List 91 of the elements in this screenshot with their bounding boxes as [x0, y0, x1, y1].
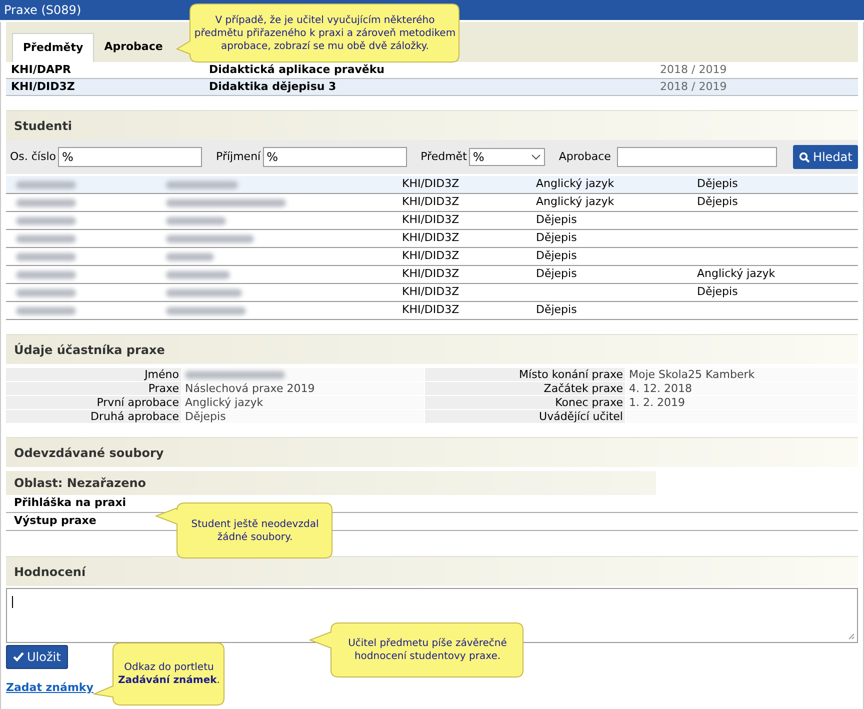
- text-field[interactable]: %: [262, 147, 407, 167]
- subject-select[interactable]: %: [468, 148, 545, 166]
- table-cell-text: KHI/DID3Z: [402, 230, 460, 246]
- student-row[interactable]: KHI/DID3Z Dějepis Anglický jazyk: [6, 266, 858, 284]
- section-title: Studenti: [14, 118, 72, 134]
- blurred-text: [166, 252, 214, 260]
- window-title: Praxe (S089): [4, 2, 82, 19]
- blurred-text: [16, 234, 76, 242]
- table-cell-text: Dějepis: [697, 176, 739, 192]
- student-row[interactable]: KHI/DID3Z Dějepis: [6, 284, 858, 302]
- table-cell-text: KHI/DID3Z: [402, 176, 460, 192]
- field-value: 4. 12. 2018: [626, 382, 858, 395]
- field-label: Začátek praxe: [425, 382, 625, 395]
- field-value: 1. 2. 2019: [626, 396, 858, 409]
- field-label: Druhá aprobace: [6, 410, 181, 423]
- callout-text: Odkaz do portletu Zadávání známek.: [117, 661, 221, 687]
- text-cursor: [12, 596, 13, 608]
- table-cell-text: Didaktika dějepisu 3: [209, 79, 338, 95]
- grades-link[interactable]: Zadat známky: [6, 680, 94, 696]
- file-item: Výstup praxe: [14, 513, 96, 530]
- section-title: Údaje účastníka praxe: [14, 342, 165, 358]
- blurred-text: [16, 198, 76, 206]
- table-cell-text: KHI/DID3Z: [402, 266, 460, 282]
- text-field[interactable]: %: [58, 147, 202, 167]
- callout-text: V případě, že je učitel vyučujícím některého předmětu přiřazeného k praxi a zároveň metodikem aprobace, zobrazí se mu obě dvě záložky.: [194, 14, 456, 52]
- table-cell-text: Anglický jazyk: [536, 194, 616, 210]
- table-cell-text: KHI/DID3Z: [10, 79, 76, 95]
- filter-label: Příjmení: [216, 148, 261, 165]
- callout-text: Učitel předmetu píše závěrečné hodnocení studentovy praxe.: [347, 637, 508, 663]
- field-value: Dějepis: [182, 410, 424, 423]
- student-row[interactable]: KHI/DID3Z Anglický jazyk Dějepis: [6, 194, 858, 212]
- tab[interactable]: Aprobace: [94, 33, 173, 62]
- section-title: Hodnocení: [14, 564, 86, 580]
- table-cell-text: KHI/DAPR: [10, 62, 72, 78]
- table-cell-text: KHI/DID3Z: [402, 302, 460, 318]
- table-cell-text: Anglický jazyk: [536, 176, 616, 192]
- blurred-text: [16, 288, 76, 296]
- field-label: Uvádějící učitel: [425, 410, 625, 423]
- student-row[interactable]: KHI/DID3Z Anglický jazyk Dějepis: [6, 176, 858, 194]
- student-row[interactable]: KHI/DID3Z Dějepis: [6, 302, 858, 320]
- student-row[interactable]: KHI/DID3Z Dějepis: [6, 248, 858, 266]
- field-value: Moje Skola25 Kamberk: [626, 368, 858, 381]
- table-cell-text: Dějepis: [536, 230, 578, 246]
- table-cell-text: Dějepis: [536, 266, 578, 282]
- table-cell-text: Anglický jazyk: [697, 266, 776, 282]
- field-value: Náslechová praxe 2019: [182, 382, 424, 395]
- field-value: Anglický jazyk: [182, 396, 424, 409]
- student-row[interactable]: KHI/DID3Z Dějepis: [6, 212, 858, 230]
- filter-label: Aprobace: [558, 148, 611, 165]
- table-cell-text: 2018 / 2019: [660, 62, 728, 78]
- field-label: Jméno: [6, 368, 181, 381]
- table-cell-text: Didaktická aplikace pravěku: [209, 62, 386, 78]
- blurred-text: [166, 270, 230, 278]
- subject-row[interactable]: KHI/DAPR Didaktická aplikace pravěku 2018 / 2019: [6, 62, 858, 79]
- table-cell-text: Dějepis: [536, 302, 578, 318]
- blurred-text: [16, 306, 76, 314]
- filter-label: Předmět: [420, 148, 467, 165]
- subject-row[interactable]: KHI/DID3Z Didaktika dějepisu 3 2018 / 2019: [6, 79, 858, 96]
- blurred-text: [16, 270, 76, 278]
- check-icon: [13, 652, 24, 662]
- field-label: Praxe: [6, 382, 181, 395]
- table-cell-text: 2018 / 2019: [660, 79, 728, 95]
- table-cell-text: KHI/DID3Z: [402, 194, 460, 210]
- section-title: Odevzdávané soubory: [14, 444, 164, 462]
- table-cell-text: KHI/DID3Z: [402, 284, 460, 300]
- search-icon: [798, 152, 810, 162]
- field-label: Konec praxe: [425, 396, 625, 409]
- blurred-text: [166, 180, 238, 188]
- blurred-text: [166, 216, 226, 224]
- text-field[interactable]: [616, 147, 777, 167]
- table-cell-text: KHI/DID3Z: [402, 248, 460, 264]
- field-label: První aprobace: [6, 396, 181, 409]
- search-button[interactable]: Hledat: [792, 145, 858, 169]
- blurred-text: [16, 180, 76, 188]
- table-cell-text: Dějepis: [697, 194, 739, 210]
- area-title: Oblast: Nezařazeno: [14, 475, 146, 492]
- table-cell-text: Dějepis: [536, 248, 578, 264]
- field-label: Místo konání praxe: [425, 368, 625, 381]
- filter-label: Os. číslo: [10, 148, 56, 165]
- save-button[interactable]: Uložit: [6, 645, 68, 669]
- table-cell-text: KHI/DID3Z: [402, 212, 460, 228]
- tab[interactable]: Předměty: [12, 33, 94, 62]
- callout-text: Student ještě neodevzdal žádné soubory.: [190, 518, 320, 544]
- blurred-text: [16, 216, 76, 224]
- blurred-text: [16, 252, 76, 260]
- resize-grip-icon: [848, 633, 855, 640]
- table-cell-text: Dějepis: [536, 212, 578, 228]
- chevron-down-icon: [530, 154, 541, 160]
- student-row[interactable]: KHI/DID3Z Dějepis: [6, 230, 858, 248]
- file-item: Přihláška na praxi: [14, 495, 126, 512]
- table-cell-text: Dějepis: [697, 284, 739, 300]
